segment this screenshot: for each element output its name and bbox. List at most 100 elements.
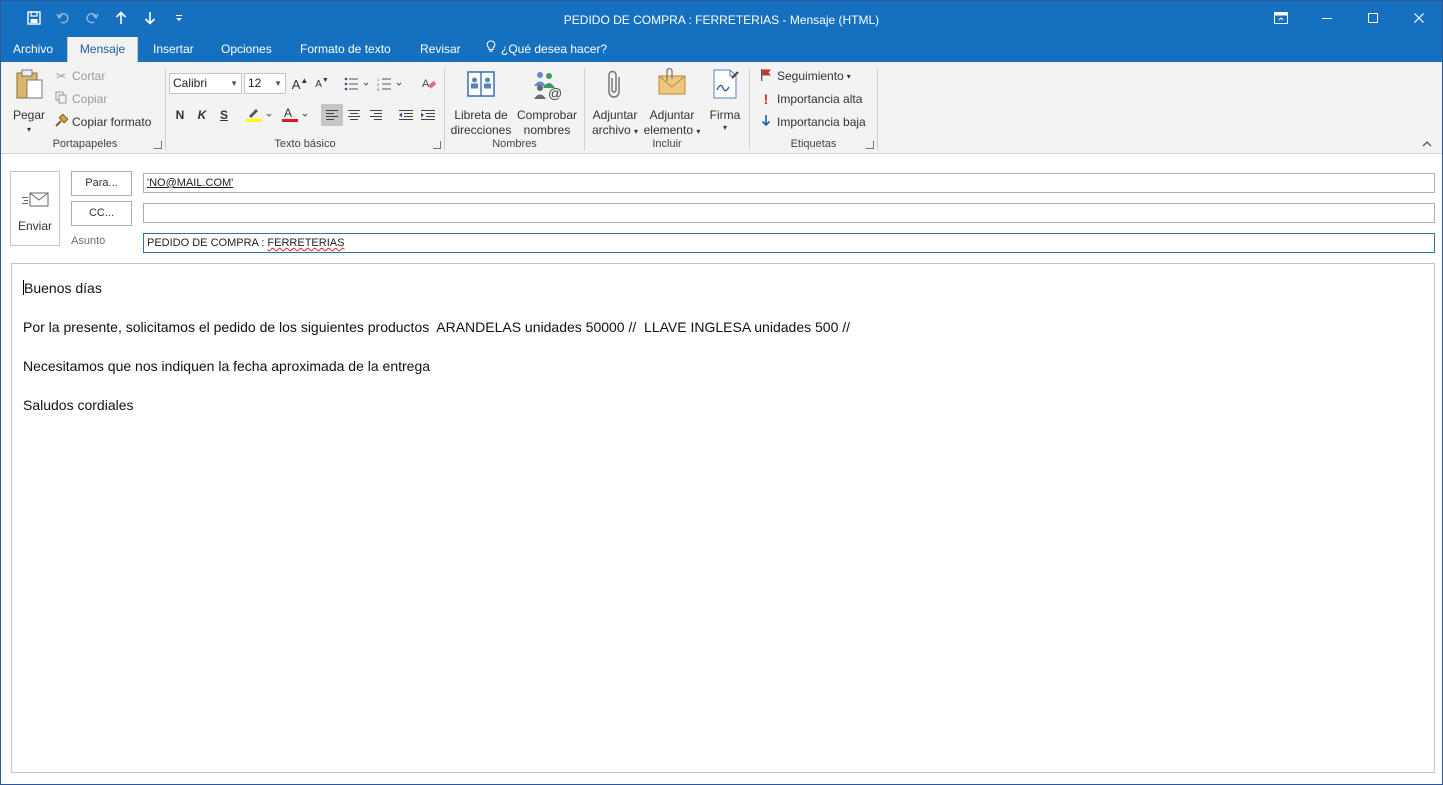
scissors-icon: ✂ — [55, 69, 67, 83]
bullets-button[interactable] — [341, 73, 373, 95]
lightbulb-icon — [486, 37, 496, 62]
font-color-button[interactable]: A — [279, 104, 313, 126]
format-painter-button[interactable]: Copiar formato — [53, 112, 151, 132]
paperclip-icon — [588, 68, 642, 104]
address-book-icon — [449, 68, 513, 104]
chevron-down-icon: ▾ — [634, 127, 639, 136]
align-center-button[interactable] — [343, 104, 365, 126]
high-importance-button[interactable]: ! Importancia alta — [758, 89, 863, 109]
paste-dropdown-arrow: ▾ — [26, 125, 31, 134]
cut-label: Cortar — [72, 69, 106, 83]
attach-item-icon — [642, 67, 702, 104]
group-label-nombres: Nombres — [492, 138, 537, 150]
collapse-ribbon-icon[interactable] — [1422, 139, 1432, 151]
dialog-launcher-icon[interactable] — [433, 141, 441, 149]
tab-formato-de-texto[interactable]: Formato de texto — [300, 37, 391, 62]
tab-revisar[interactable]: Revisar — [420, 37, 461, 62]
align-right-button[interactable] — [365, 104, 387, 126]
tab-opciones[interactable]: Opciones — [221, 37, 272, 62]
attach-item-label-1: Adjuntar — [649, 108, 695, 122]
subject-field[interactable]: PEDIDO DE COMPRA : FERRETERIAS — [143, 233, 1435, 253]
tell-me-label: ¿Qué desea hacer? — [501, 42, 608, 56]
check-names-button[interactable]: @ Comprobar nombres — [514, 68, 580, 138]
underline-button[interactable]: S — [213, 104, 235, 126]
chevron-down-icon: ▼ — [230, 79, 238, 88]
body-line-closing: Saludos cordiales — [23, 397, 134, 413]
low-importance-label: Importancia baja — [777, 115, 866, 129]
dialog-launcher-icon[interactable] — [866, 141, 874, 149]
font-size-select[interactable]: 12 ▼ — [244, 73, 286, 94]
subject-misspelled-word: FERRETERIAS — [267, 237, 345, 249]
send-label: Enviar — [17, 219, 52, 233]
copy-icon — [53, 91, 69, 107]
highlight-color-button[interactable] — [243, 104, 277, 126]
cc-field[interactable] — [143, 203, 1435, 223]
check-names-label-2: nombres — [523, 123, 571, 137]
address-book-label-1: Libreta de — [454, 108, 508, 122]
attach-file-label-2: archivo — [591, 123, 631, 137]
address-book-label-2: direcciones — [450, 123, 512, 137]
bold-button[interactable]: N — [169, 104, 191, 126]
attach-item-button[interactable]: Adjuntar elemento ▾ — [642, 67, 702, 139]
chevron-down-icon: ▾ — [696, 127, 701, 136]
group-texto-basico: Calibri ▼ 12 ▼ A ▲ A ▼ 123 A N K S A Tex… — [166, 66, 444, 152]
follow-up-button[interactable]: Seguimiento ▾ — [758, 66, 851, 86]
to-recipient[interactable]: 'NO@MAIL.COM' — [147, 177, 233, 189]
low-importance-button[interactable]: Importancia baja — [758, 112, 866, 132]
shrink-font-icon[interactable]: A ▼ — [311, 73, 333, 95]
group-label-portapapeles: Portapapeles — [52, 138, 118, 150]
grow-font-icon[interactable]: A ▲ — [289, 73, 311, 95]
clear-formatting-icon[interactable]: A — [418, 73, 440, 95]
group-portapapeles: Pegar ▾ ✂ Cortar Copiar Copiar formato P… — [5, 66, 165, 152]
to-field[interactable]: 'NO@MAIL.COM' — [143, 173, 1435, 193]
group-nombres: Libreta de direcciones @ Comprobar nombr… — [445, 66, 584, 152]
svg-text:3: 3 — [377, 87, 380, 91]
align-left-button[interactable] — [321, 104, 343, 126]
ribbon-tabs: Archivo Mensaje Insertar Opciones Format… — [1, 37, 1442, 62]
cc-button[interactable]: CC... — [71, 201, 132, 226]
tab-mensaje[interactable]: Mensaje — [67, 37, 138, 62]
title-bar: PEDIDO DE COMPRA : FERRETERIAS - Mensaje… — [1, 1, 1442, 37]
cut-button[interactable]: ✂ Cortar — [53, 66, 105, 86]
copy-button[interactable]: Copiar — [53, 89, 107, 109]
dialog-launcher-icon[interactable] — [154, 141, 162, 149]
check-names-icon: @ — [514, 68, 580, 104]
address-book-button[interactable]: Libreta de direcciones — [449, 68, 513, 138]
window-controls — [1258, 1, 1442, 35]
arrow-down-icon — [758, 114, 774, 130]
paste-label: Pegar — [12, 108, 46, 122]
format-painter-label: Copiar formato — [72, 115, 152, 129]
signature-button[interactable]: Firma ▾ — [706, 68, 744, 133]
font-family-select[interactable]: Calibri ▼ — [169, 73, 242, 94]
group-label-incluir: Incluir — [652, 138, 682, 150]
minimize-icon[interactable] — [1304, 1, 1350, 35]
maximize-icon[interactable] — [1350, 1, 1396, 35]
tab-insertar[interactable]: Insertar — [153, 37, 194, 62]
outlook-message-window: PEDIDO DE COMPRA : FERRETERIAS - Mensaje… — [0, 0, 1443, 785]
to-button[interactable]: Para... — [71, 171, 132, 196]
svg-text:A: A — [422, 78, 430, 90]
decrease-indent-button[interactable] — [395, 104, 417, 126]
tell-me-search[interactable]: ¿Qué desea hacer? — [486, 37, 607, 62]
signature-label: Firma — [709, 108, 741, 122]
font-family-value: Calibri — [173, 76, 208, 90]
chevron-down-icon: ▾ — [846, 71, 851, 81]
tab-archivo[interactable]: Archivo — [13, 37, 53, 62]
group-label-texto-basico: Texto básico — [274, 138, 336, 150]
close-icon[interactable] — [1396, 1, 1442, 35]
attach-item-label-2: elemento — [643, 123, 693, 137]
send-envelope-icon — [21, 190, 51, 213]
attach-file-button[interactable]: Adjuntar archivo ▾ — [588, 68, 642, 139]
message-body[interactable]: Buenos días Por la presente, solicitamos… — [11, 263, 1435, 773]
send-button[interactable]: Enviar — [10, 171, 60, 246]
body-line-request: Por la presente, solicitamos el pedido d… — [23, 319, 851, 335]
group-label-etiquetas: Etiquetas — [790, 138, 837, 150]
ribbon-display-options-icon[interactable] — [1258, 1, 1304, 35]
signature-icon — [706, 68, 744, 104]
chevron-down-icon: ▾ — [722, 123, 727, 132]
paste-button[interactable]: Pegar ▾ — [9, 68, 49, 134]
italic-button[interactable]: K — [191, 104, 213, 126]
increase-indent-button[interactable] — [417, 104, 439, 126]
group-separator — [877, 68, 878, 150]
numbering-button[interactable]: 123 — [374, 73, 406, 95]
